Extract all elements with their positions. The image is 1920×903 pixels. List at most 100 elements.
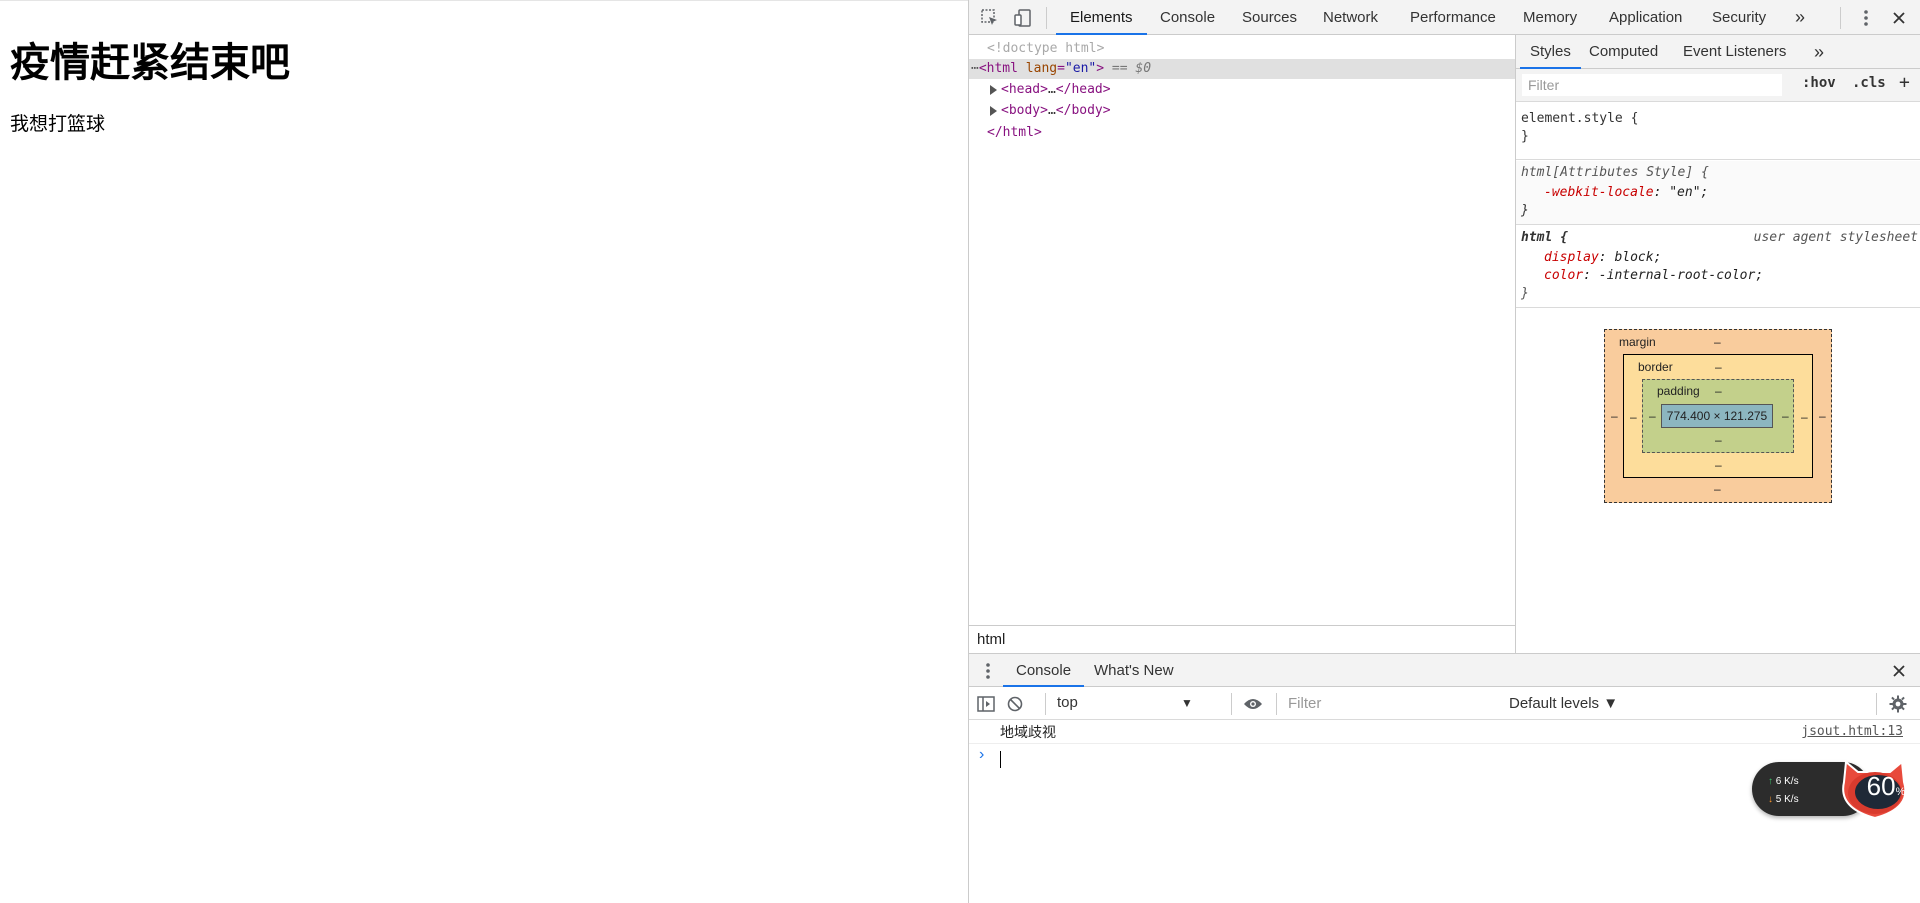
console-settings-gear-icon[interactable]: [1887, 693, 1909, 715]
network-speed-widget[interactable]: ↑ 6 K/s ↓ 5 K/s 60%: [1752, 758, 1907, 820]
tab-styles[interactable]: Styles: [1520, 35, 1581, 69]
log-source-link[interactable]: jsout.html:13: [1801, 720, 1903, 744]
close-drawer-icon[interactable]: [1888, 660, 1910, 682]
rule-attributes-style: html[Attributes Style] { -webkit-locale:…: [1516, 161, 1920, 225]
upload-arrow-icon: ↑: [1768, 776, 1773, 787]
toolbar-divider: [1276, 693, 1277, 715]
upload-speed: ↑ 6 K/s: [1768, 776, 1799, 787]
live-expression-eye-icon[interactable]: [1242, 693, 1264, 715]
border-right-value[interactable]: –: [1801, 410, 1808, 424]
styles-filter-row: :hov .cls +: [1516, 69, 1920, 102]
styles-tabbar: Styles Computed Event Listeners »: [1516, 35, 1920, 69]
breadcrumb-bar: html: [969, 625, 1515, 653]
html-tag-name: html: [986, 61, 1018, 76]
log-levels-dropdown[interactable]: Default levels ▼: [1509, 687, 1618, 720]
clear-console-icon[interactable]: [1004, 693, 1026, 715]
kebab-menu-icon[interactable]: [1855, 7, 1877, 29]
padding-label: padding: [1657, 384, 1700, 398]
rule-element-style: element.style { }: [1516, 102, 1920, 160]
padding-left-value[interactable]: –: [1649, 409, 1656, 423]
drawer-tabbar: Console What's New: [969, 654, 1920, 687]
tab-security[interactable]: Security: [1712, 0, 1766, 35]
more-tabs-icon[interactable]: »: [1795, 0, 1805, 35]
border-top-value[interactable]: –: [1715, 360, 1722, 374]
property-value: -internal-root-color;: [1598, 268, 1764, 283]
rule-close: }: [1521, 129, 1529, 144]
selected-marker: == $0: [1111, 61, 1152, 76]
show-sidebar-icon[interactable]: [975, 693, 997, 715]
style-declaration[interactable]: -webkit-locale: "en";: [1544, 184, 1708, 202]
box-model-margin[interactable]: margin – – – – border – – – – padding – …: [1604, 329, 1832, 503]
drawer-menu-icon[interactable]: [977, 660, 999, 682]
dom-doctype[interactable]: <!doctype html>: [987, 39, 1104, 59]
dom-html-node-selected[interactable]: ⋯<html lang="en"> == $0: [969, 59, 1515, 79]
border-bottom-value[interactable]: –: [1715, 458, 1722, 472]
more-styles-tabs-icon[interactable]: »: [1814, 35, 1824, 69]
drawer-tab-whats-new[interactable]: What's New: [1094, 654, 1174, 687]
dom-body-node[interactable]: <body>…</body>: [990, 101, 1111, 121]
inspect-element-icon[interactable]: [979, 7, 1001, 29]
close-devtools-icon[interactable]: [1888, 7, 1910, 29]
devtools-toolbar: Elements Console Sources Network Perform…: [969, 0, 1920, 35]
context-selector[interactable]: top ▼: [1057, 691, 1217, 715]
console-toolbar: top ▼ Default levels ▼: [969, 687, 1920, 720]
padding-bottom-value[interactable]: –: [1715, 433, 1722, 447]
hover-state-toggle[interactable]: :hov: [1802, 75, 1836, 91]
styles-filter-input[interactable]: [1522, 74, 1782, 96]
html-close-tag: </html>: [987, 125, 1042, 140]
dom-head-node[interactable]: <head>…</head>: [990, 80, 1111, 100]
margin-right-value[interactable]: –: [1819, 409, 1826, 423]
padding-top-value[interactable]: –: [1715, 384, 1722, 398]
tab-elements[interactable]: Elements: [1056, 0, 1146, 35]
class-toggle[interactable]: .cls: [1852, 75, 1886, 91]
tab-application[interactable]: Application: [1609, 0, 1682, 35]
device-toolbar-icon[interactable]: [1012, 7, 1034, 29]
style-declaration: display: block;: [1544, 250, 1662, 265]
margin-bottom-value[interactable]: –: [1714, 482, 1721, 496]
console-log-message: 地域歧视 jsout.html:13: [969, 720, 1920, 744]
rule-user-agent-html: html { user agent stylesheet display: bl…: [1516, 226, 1920, 308]
style-declaration: color: -internal-root-color;: [1544, 268, 1764, 283]
toolbar-divider: [1231, 693, 1232, 715]
rule-selector[interactable]: element.style {: [1521, 110, 1638, 128]
console-filter-input[interactable]: [1282, 692, 1492, 714]
cpu-percent: 60%: [1866, 771, 1906, 801]
box-model-padding[interactable]: padding – – – – 774.400 × 121.275: [1642, 379, 1794, 453]
rule-source: user agent stylesheet: [1753, 230, 1918, 245]
breadcrumb-html[interactable]: html: [977, 626, 1005, 654]
tab-memory[interactable]: Memory: [1523, 0, 1577, 35]
tab-network[interactable]: Network: [1323, 0, 1378, 35]
expand-triangle-icon[interactable]: [990, 84, 997, 95]
rule-close: }: [1521, 286, 1529, 301]
property-name: display: [1544, 250, 1599, 265]
drawer-tab-console[interactable]: Console: [1002, 654, 1085, 687]
toolbar-divider: [1046, 7, 1047, 29]
margin-top-value[interactable]: –: [1714, 335, 1721, 349]
tab-sources[interactable]: Sources: [1242, 0, 1297, 35]
download-speed: ↓ 5 K/s: [1768, 794, 1799, 805]
page-viewport: 疫情赶紧结束吧 我想打篮球: [0, 0, 968, 903]
console-prompt-icon: ›: [979, 746, 985, 763]
head-ellipsis: …: [1047, 82, 1056, 97]
tab-console[interactable]: Console: [1160, 0, 1215, 35]
tab-computed[interactable]: Computed: [1589, 35, 1658, 69]
margin-left-value[interactable]: –: [1611, 409, 1618, 423]
expand-triangle-icon[interactable]: [990, 105, 997, 116]
tab-event-listeners[interactable]: Event Listeners: [1683, 35, 1786, 69]
property-value: "en";: [1669, 185, 1709, 200]
tab-performance[interactable]: Performance: [1410, 0, 1496, 35]
border-left-value[interactable]: –: [1630, 410, 1637, 424]
console-input-caret[interactable]: [1000, 751, 1001, 768]
new-style-rule-icon[interactable]: +: [1899, 72, 1910, 93]
elements-tree: <!doctype html> ⋯<html lang="en"> == $0 …: [969, 35, 1515, 625]
margin-label: margin: [1619, 335, 1656, 349]
property-name: color: [1544, 268, 1584, 283]
padding-right-value[interactable]: –: [1782, 409, 1789, 423]
download-arrow-icon: ↓: [1768, 794, 1773, 805]
dom-html-close[interactable]: </html>: [987, 123, 1042, 143]
box-model-content[interactable]: 774.400 × 121.275: [1661, 404, 1773, 428]
box-model-border[interactable]: border – – – – padding – – – – 774.400 ×…: [1623, 354, 1813, 478]
dropdown-arrow-icon: ▼: [1181, 696, 1193, 710]
doctype-text: <!doctype html>: [987, 41, 1105, 56]
rule-selector: html[Attributes Style] {: [1521, 165, 1709, 180]
